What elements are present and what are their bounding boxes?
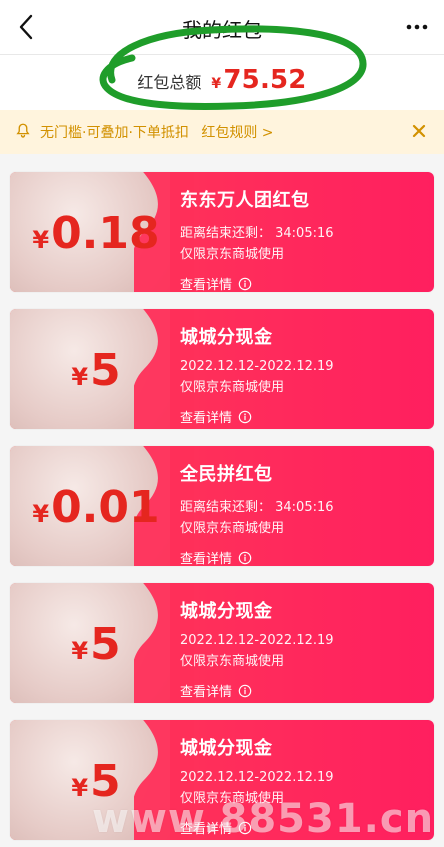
coupon-value: 5: [90, 619, 121, 670]
coupon-value: 5: [90, 345, 121, 396]
notice-bar: 无门槛·可叠加·下单抵扣 红包规则 >: [0, 110, 444, 154]
coupon-detail-label: 查看详情: [180, 278, 233, 292]
coupon-value: 0.01: [51, 482, 160, 533]
more-button[interactable]: [400, 10, 434, 44]
total-row: 红包总额 ¥75.52: [0, 65, 444, 95]
coupon-detail-link[interactable]: 查看详情: [180, 681, 420, 700]
coupon-detail-label: 查看详情: [180, 411, 233, 426]
coupon-detail-link[interactable]: 查看详情: [180, 274, 420, 292]
coupon-value: 5: [90, 756, 121, 807]
coupon-line-2: 仅限京东商城使用: [180, 380, 285, 395]
close-icon: [412, 124, 426, 138]
coupon-detail-link[interactable]: 查看详情: [180, 548, 420, 566]
coupon-line-1: 距离结束还剩： 34:05:16: [180, 226, 334, 241]
coupon-detail-label: 查看详情: [180, 685, 233, 700]
top-bar: 我的红包: [0, 0, 444, 55]
coupon-currency: ¥: [71, 637, 89, 665]
info-icon: [238, 277, 252, 290]
coupon-currency: ¥: [71, 774, 89, 802]
coupon-card[interactable]: ¥0.01 全民拼红包 距离结束还剩： 34:05:16 仅限京东商城使用 查看…: [10, 446, 434, 566]
coupon-name: 城城分现金: [180, 601, 273, 622]
coupon-info: 城城分现金 2022.12.12-2022.12.19 仅限京东商城使用 查看详…: [180, 734, 420, 837]
coupon-card[interactable]: ¥5 城城分现金 2022.12.12-2022.12.19 仅限京东商城使用 …: [10, 720, 434, 840]
coupon-line-2: 仅限京东商城使用: [180, 247, 285, 262]
coupon-name: 城城分现金: [180, 738, 273, 759]
notice-text: 无门槛·可叠加·下单抵扣 红包规则 >: [40, 122, 274, 142]
coupon-line-1: 距离结束还剩： 34:05:16: [180, 500, 334, 515]
notice-close-button[interactable]: [408, 120, 430, 142]
coupon-line-2: 仅限京东商城使用: [180, 654, 285, 669]
coupon-amount: ¥5: [26, 349, 166, 393]
info-icon: [238, 821, 252, 834]
info-icon: [238, 684, 252, 697]
coupon-info: 东东万人团红包 距离结束还剩： 34:05:16 仅限京东商城使用 查看详情: [180, 186, 420, 292]
coupon-detail-link[interactable]: 查看详情: [180, 407, 420, 426]
coupon-currency: ¥: [71, 363, 89, 391]
coupon-name: 东东万人团红包: [180, 190, 310, 211]
coupon-line-2: 仅限京东商城使用: [180, 791, 285, 806]
coupon-value: 0.18: [51, 208, 160, 259]
coupon-detail-label: 查看详情: [180, 552, 233, 566]
coupon-amount: ¥0.01: [26, 486, 166, 530]
coupon-info: 城城分现金 2022.12.12-2022.12.19 仅限京东商城使用 查看详…: [180, 323, 420, 426]
total-label: 红包总额: [137, 73, 202, 92]
coupon-detail-label: 查看详情: [180, 822, 233, 837]
coupon-info: 全民拼红包 距离结束还剩： 34:05:16 仅限京东商城使用 查看详情: [180, 460, 420, 566]
more-horizontal-icon: [406, 24, 428, 30]
coupon-name: 城城分现金: [180, 327, 273, 348]
total-currency: ¥: [211, 76, 222, 92]
bell-icon: [16, 123, 30, 138]
total-amount: ¥75.52: [211, 65, 306, 95]
total-summary: 红包总额 ¥75.52: [0, 55, 444, 111]
coupon-card[interactable]: ¥0.18 东东万人团红包 距离结束还剩： 34:05:16 仅限京东商城使用 …: [10, 172, 434, 292]
coupon-amount: ¥5: [26, 760, 166, 804]
notice-message: 无门槛·可叠加·下单抵扣: [40, 125, 189, 141]
info-icon: [238, 551, 252, 564]
coupon-detail-link[interactable]: 查看详情: [180, 818, 420, 837]
info-icon: [238, 410, 252, 423]
coupon-amount: ¥0.18: [26, 212, 166, 256]
coupon-info: 城城分现金 2022.12.12-2022.12.19 仅限京东商城使用 查看详…: [180, 597, 420, 700]
red-packet-rules-link[interactable]: 红包规则 >: [201, 125, 273, 141]
coupon-card[interactable]: ¥5 城城分现金 2022.12.12-2022.12.19 仅限京东商城使用 …: [10, 583, 434, 703]
coupon-line-1: 2022.12.12-2022.12.19: [180, 633, 334, 648]
coupon-name: 全民拼红包: [180, 464, 273, 485]
coupon-currency: ¥: [32, 226, 50, 254]
coupon-currency: ¥: [32, 500, 50, 528]
coupon-line-1: 2022.12.12-2022.12.19: [180, 770, 334, 785]
total-value: 75.52: [223, 65, 307, 95]
coupon-amount: ¥5: [26, 623, 166, 667]
page-title: 我的红包: [182, 18, 262, 42]
coupon-line-1: 2022.12.12-2022.12.19: [180, 359, 334, 374]
coupon-line-2: 仅限京东商城使用: [180, 521, 285, 536]
coupon-card[interactable]: ¥5 城城分现金 2022.12.12-2022.12.19 仅限京东商城使用 …: [10, 309, 434, 429]
